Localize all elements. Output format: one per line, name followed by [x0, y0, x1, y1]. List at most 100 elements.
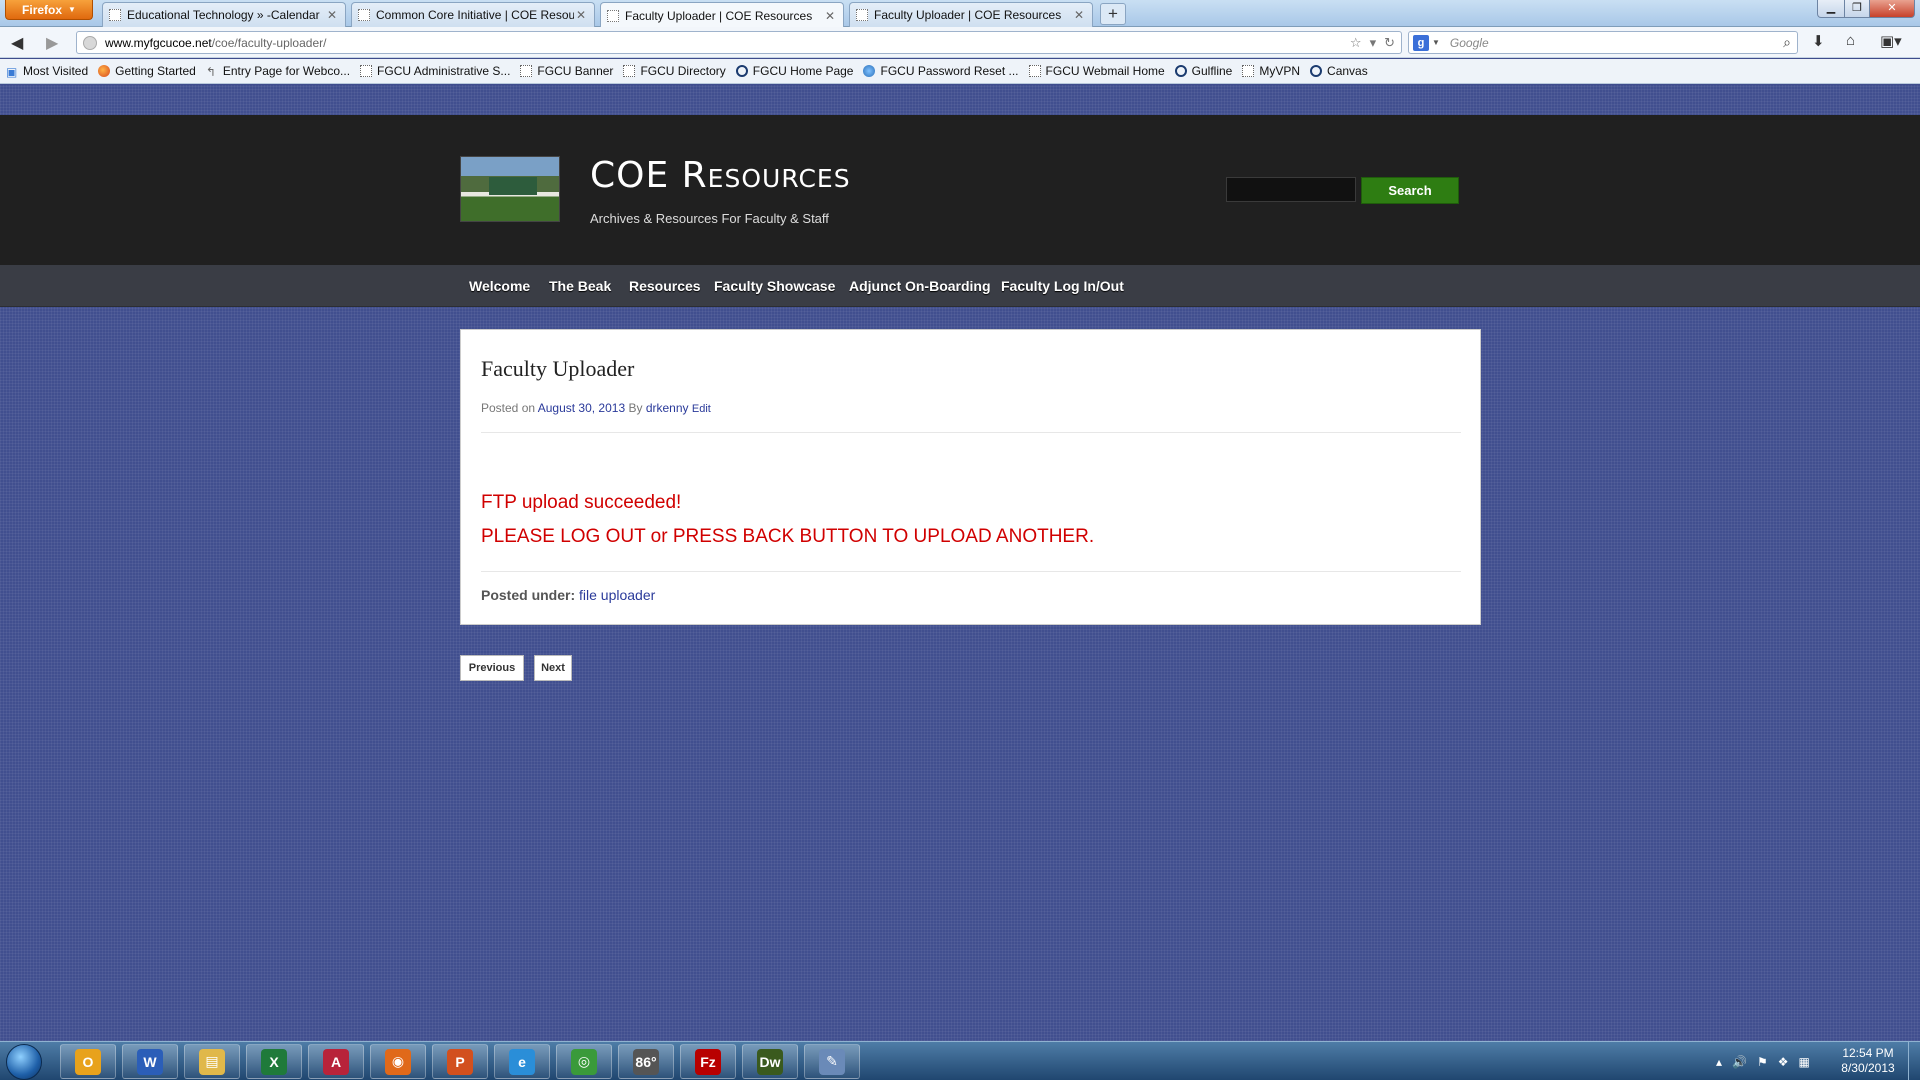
author-link[interactable]: drkenny: [646, 401, 689, 415]
firefox-app-button[interactable]: ◉: [370, 1044, 426, 1079]
posted-on-label: Posted on: [481, 401, 536, 415]
menu-item-resources[interactable]: Resources: [629, 265, 701, 307]
bookmark-label: FGCU Banner: [537, 64, 614, 78]
tab-educational-technology[interactable]: Educational Technology » -Calendar ✕: [102, 2, 346, 27]
maximize-button[interactable]: ❐: [1844, 0, 1870, 18]
explorer-app-icon: ▤: [199, 1048, 225, 1075]
close-icon[interactable]: ✕: [1072, 8, 1086, 22]
chevron-down-icon: ▼: [68, 5, 76, 14]
chrome-app-button[interactable]: ◎: [556, 1044, 612, 1079]
access-app-button[interactable]: A: [308, 1044, 364, 1079]
weather-app-button[interactable]: 86°: [618, 1044, 674, 1079]
menu-item-faculty-showcase[interactable]: Faculty Showcase: [714, 265, 835, 307]
show-hidden-icons-icon[interactable]: ▴: [1716, 1055, 1722, 1069]
powerpoint-app-button[interactable]: P: [432, 1044, 488, 1079]
menu-item-adjunct-onboarding[interactable]: Adjunct On-Boarding: [849, 265, 991, 307]
bookmark-star-icon[interactable]: ☆: [1350, 35, 1362, 51]
bookmark-fgcu-password-reset[interactable]: FGCU Password Reset ...: [863, 64, 1019, 78]
building-shape: [489, 177, 537, 195]
volume-icon[interactable]: 🔊: [1732, 1055, 1747, 1069]
new-tab-button[interactable]: +: [1100, 3, 1126, 25]
bookmark-getting-started[interactable]: Getting Started: [98, 64, 196, 78]
site-search-input[interactable]: [1226, 177, 1356, 202]
bookmark-label: Getting Started: [115, 64, 196, 78]
menu-item-faculty-login[interactable]: Faculty Log In/Out: [1001, 265, 1124, 307]
bookmark-fgcu-home-page[interactable]: FGCU Home Page: [735, 64, 853, 78]
word-app-button[interactable]: W: [122, 1044, 178, 1079]
clock[interactable]: 12:54 PM 8/30/2013: [1838, 1046, 1898, 1076]
posted-under-label: Posted under:: [481, 587, 576, 603]
paint-app-button[interactable]: ✎: [804, 1044, 860, 1079]
edit-link[interactable]: Edit: [692, 403, 711, 415]
dreamweaver-app-button[interactable]: Dw: [742, 1044, 798, 1079]
outlook-app-button[interactable]: O: [60, 1044, 116, 1079]
ie-app-icon: e: [509, 1048, 535, 1075]
paint-app-icon: ✎: [819, 1048, 845, 1075]
start-button[interactable]: [6, 1044, 42, 1080]
bookmark-label: FGCU Password Reset ...: [880, 64, 1019, 78]
category-link[interactable]: file uploader: [579, 587, 655, 603]
firefox-menu-button[interactable]: Firefox ▼: [5, 0, 93, 20]
bookmark-fgcu-webmail[interactable]: FGCU Webmail Home: [1028, 64, 1165, 78]
site-identity-icon[interactable]: [83, 35, 97, 50]
bookmark-myvpn[interactable]: MyVPN: [1242, 64, 1300, 78]
bookmark-gulfline[interactable]: Gulfline: [1174, 64, 1233, 78]
bookmark-fgcu-banner[interactable]: FGCU Banner: [520, 64, 613, 78]
action-center-flag-icon[interactable]: ⚑: [1757, 1055, 1768, 1069]
minimize-button[interactable]: ▁: [1817, 0, 1845, 18]
previous-button[interactable]: Previous: [460, 655, 524, 681]
browser-tab-bar: Firefox ▼ Educational Technology » -Cale…: [0, 0, 1920, 28]
dropdown-arrow-icon[interactable]: ▾: [1370, 35, 1377, 51]
back-arrow-icon[interactable]: ◀: [11, 33, 23, 53]
ie-app-button[interactable]: e: [494, 1044, 550, 1079]
excel-app-button[interactable]: X: [246, 1044, 302, 1079]
page-icon: [607, 9, 619, 22]
bookmark-fgcu-directory[interactable]: FGCU Directory: [623, 64, 726, 78]
network-icon[interactable]: ▦: [1799, 1055, 1810, 1069]
close-window-button[interactable]: ✕: [1869, 0, 1915, 18]
download-icon[interactable]: ⬇: [1812, 32, 1825, 50]
tab-faculty-uploader[interactable]: Faculty Uploader | COE Resources ✕: [849, 2, 1093, 27]
header-photo[interactable]: [460, 156, 560, 222]
tab-faculty-uploader-active[interactable]: Faculty Uploader | COE Resources ✕: [600, 2, 844, 28]
next-button[interactable]: Next: [534, 655, 572, 681]
close-icon[interactable]: ✕: [823, 9, 837, 23]
filezilla-app-button[interactable]: Fz: [680, 1044, 736, 1079]
search-icon[interactable]: ⌕: [1783, 34, 1791, 51]
bookmark-label: MyVPN: [1259, 64, 1301, 78]
page-icon: [360, 65, 373, 77]
chevron-down-icon[interactable]: ▼: [1432, 38, 1440, 47]
navigation-toolbar: ◀ ▶ www.myfgcucoe.net /coe/faculty-uploa…: [0, 27, 1920, 58]
close-icon[interactable]: ✕: [574, 8, 588, 22]
site-title[interactable]: COE Resources: [590, 155, 851, 196]
menu-item-the-beak[interactable]: The Beak: [549, 265, 611, 307]
post-date-link[interactable]: August 30, 2013: [538, 401, 625, 415]
dropbox-icon[interactable]: ❖: [1778, 1055, 1789, 1069]
bookmark-label: Most Visited: [23, 64, 89, 78]
explorer-app-button[interactable]: ▤: [184, 1044, 240, 1079]
forward-arrow-icon[interactable]: ▶: [46, 33, 58, 53]
bookmark-entry-page[interactable]: ↰ Entry Page for Webco...: [206, 64, 350, 79]
access-app-icon: A: [323, 1048, 349, 1075]
reload-icon[interactable]: ↻: [1384, 35, 1395, 51]
bookmark-canvas[interactable]: Canvas: [1310, 64, 1368, 78]
google-engine-icon[interactable]: g: [1413, 34, 1429, 51]
bookmark-fgcu-administrative[interactable]: FGCU Administrative S...: [360, 64, 510, 78]
close-icon[interactable]: ✕: [325, 8, 339, 22]
page-icon: [856, 9, 868, 21]
bookmark-most-visited[interactable]: ▣ Most Visited: [6, 64, 89, 79]
bookmark-label: Gulfline: [1191, 64, 1233, 78]
url-bar[interactable]: www.myfgcucoe.net /coe/faculty-uploader/…: [76, 31, 1402, 54]
menu-icon[interactable]: ▣▾: [1880, 32, 1902, 50]
page-icon: [358, 9, 370, 21]
page-icon: [520, 65, 533, 77]
browser-search-box[interactable]: g ▼ Google ⌕: [1408, 31, 1798, 54]
site-search-button[interactable]: Search: [1361, 177, 1459, 204]
clock-time: 12:54 PM: [1842, 1046, 1894, 1060]
menu-item-welcome[interactable]: Welcome: [469, 265, 530, 307]
bookmark-label: FGCU Directory: [640, 64, 726, 78]
show-desktop-button[interactable]: [1908, 1042, 1920, 1080]
home-icon[interactable]: ⌂: [1846, 32, 1855, 49]
weather-app-icon: 86°: [633, 1048, 659, 1075]
tab-common-core[interactable]: Common Core Initiative | COE Resour... ✕: [351, 2, 595, 27]
